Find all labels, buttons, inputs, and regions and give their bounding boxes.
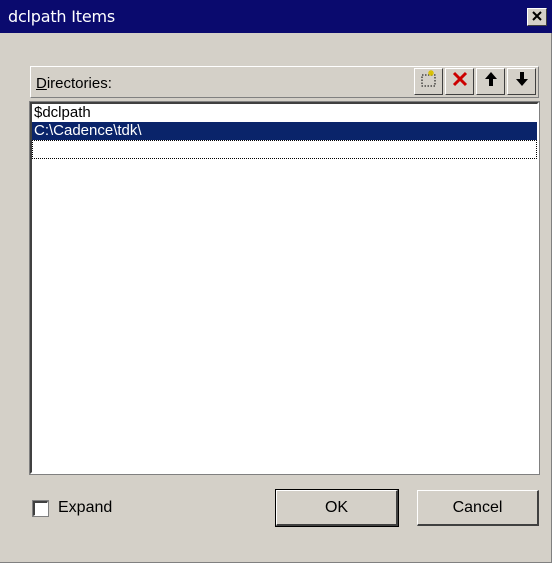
list-toolbar bbox=[412, 68, 536, 95]
title-bar[interactable]: dclpath Items bbox=[0, 0, 552, 33]
move-down-button[interactable] bbox=[507, 68, 536, 95]
close-button[interactable] bbox=[527, 8, 547, 26]
list-item-selected[interactable]: C:\Cadence\tdk\ bbox=[32, 122, 537, 140]
list-item[interactable]: $dclpath bbox=[32, 104, 537, 122]
list-item-new-entry[interactable] bbox=[32, 140, 537, 159]
arrow-down-icon bbox=[514, 70, 530, 93]
directories-label-text: irectories: bbox=[46, 75, 112, 92]
new-item-button[interactable] bbox=[414, 68, 443, 95]
ok-button[interactable]: OK bbox=[275, 489, 399, 527]
directories-label: Directories: bbox=[36, 75, 112, 92]
directories-header: Directories: bbox=[30, 66, 539, 98]
delete-item-button[interactable] bbox=[445, 68, 474, 95]
delete-x-icon bbox=[451, 70, 469, 93]
arrow-up-icon bbox=[483, 70, 499, 93]
expand-checkbox[interactable] bbox=[32, 499, 49, 517]
directories-label-mnemonic: D bbox=[36, 75, 47, 92]
dialog-window: dclpath Items Directories: $dclpath C:\C… bbox=[0, 0, 552, 563]
expand-label[interactable]: Expand bbox=[58, 499, 112, 517]
close-icon bbox=[532, 8, 542, 26]
cancel-button[interactable]: Cancel bbox=[417, 490, 539, 526]
new-folder-icon bbox=[419, 69, 439, 94]
expand-checkbox-group[interactable]: Expand bbox=[32, 499, 112, 517]
move-up-button[interactable] bbox=[476, 68, 505, 95]
window-title: dclpath Items bbox=[8, 7, 116, 26]
directories-list[interactable]: $dclpath C:\Cadence\tdk\ bbox=[29, 101, 540, 475]
